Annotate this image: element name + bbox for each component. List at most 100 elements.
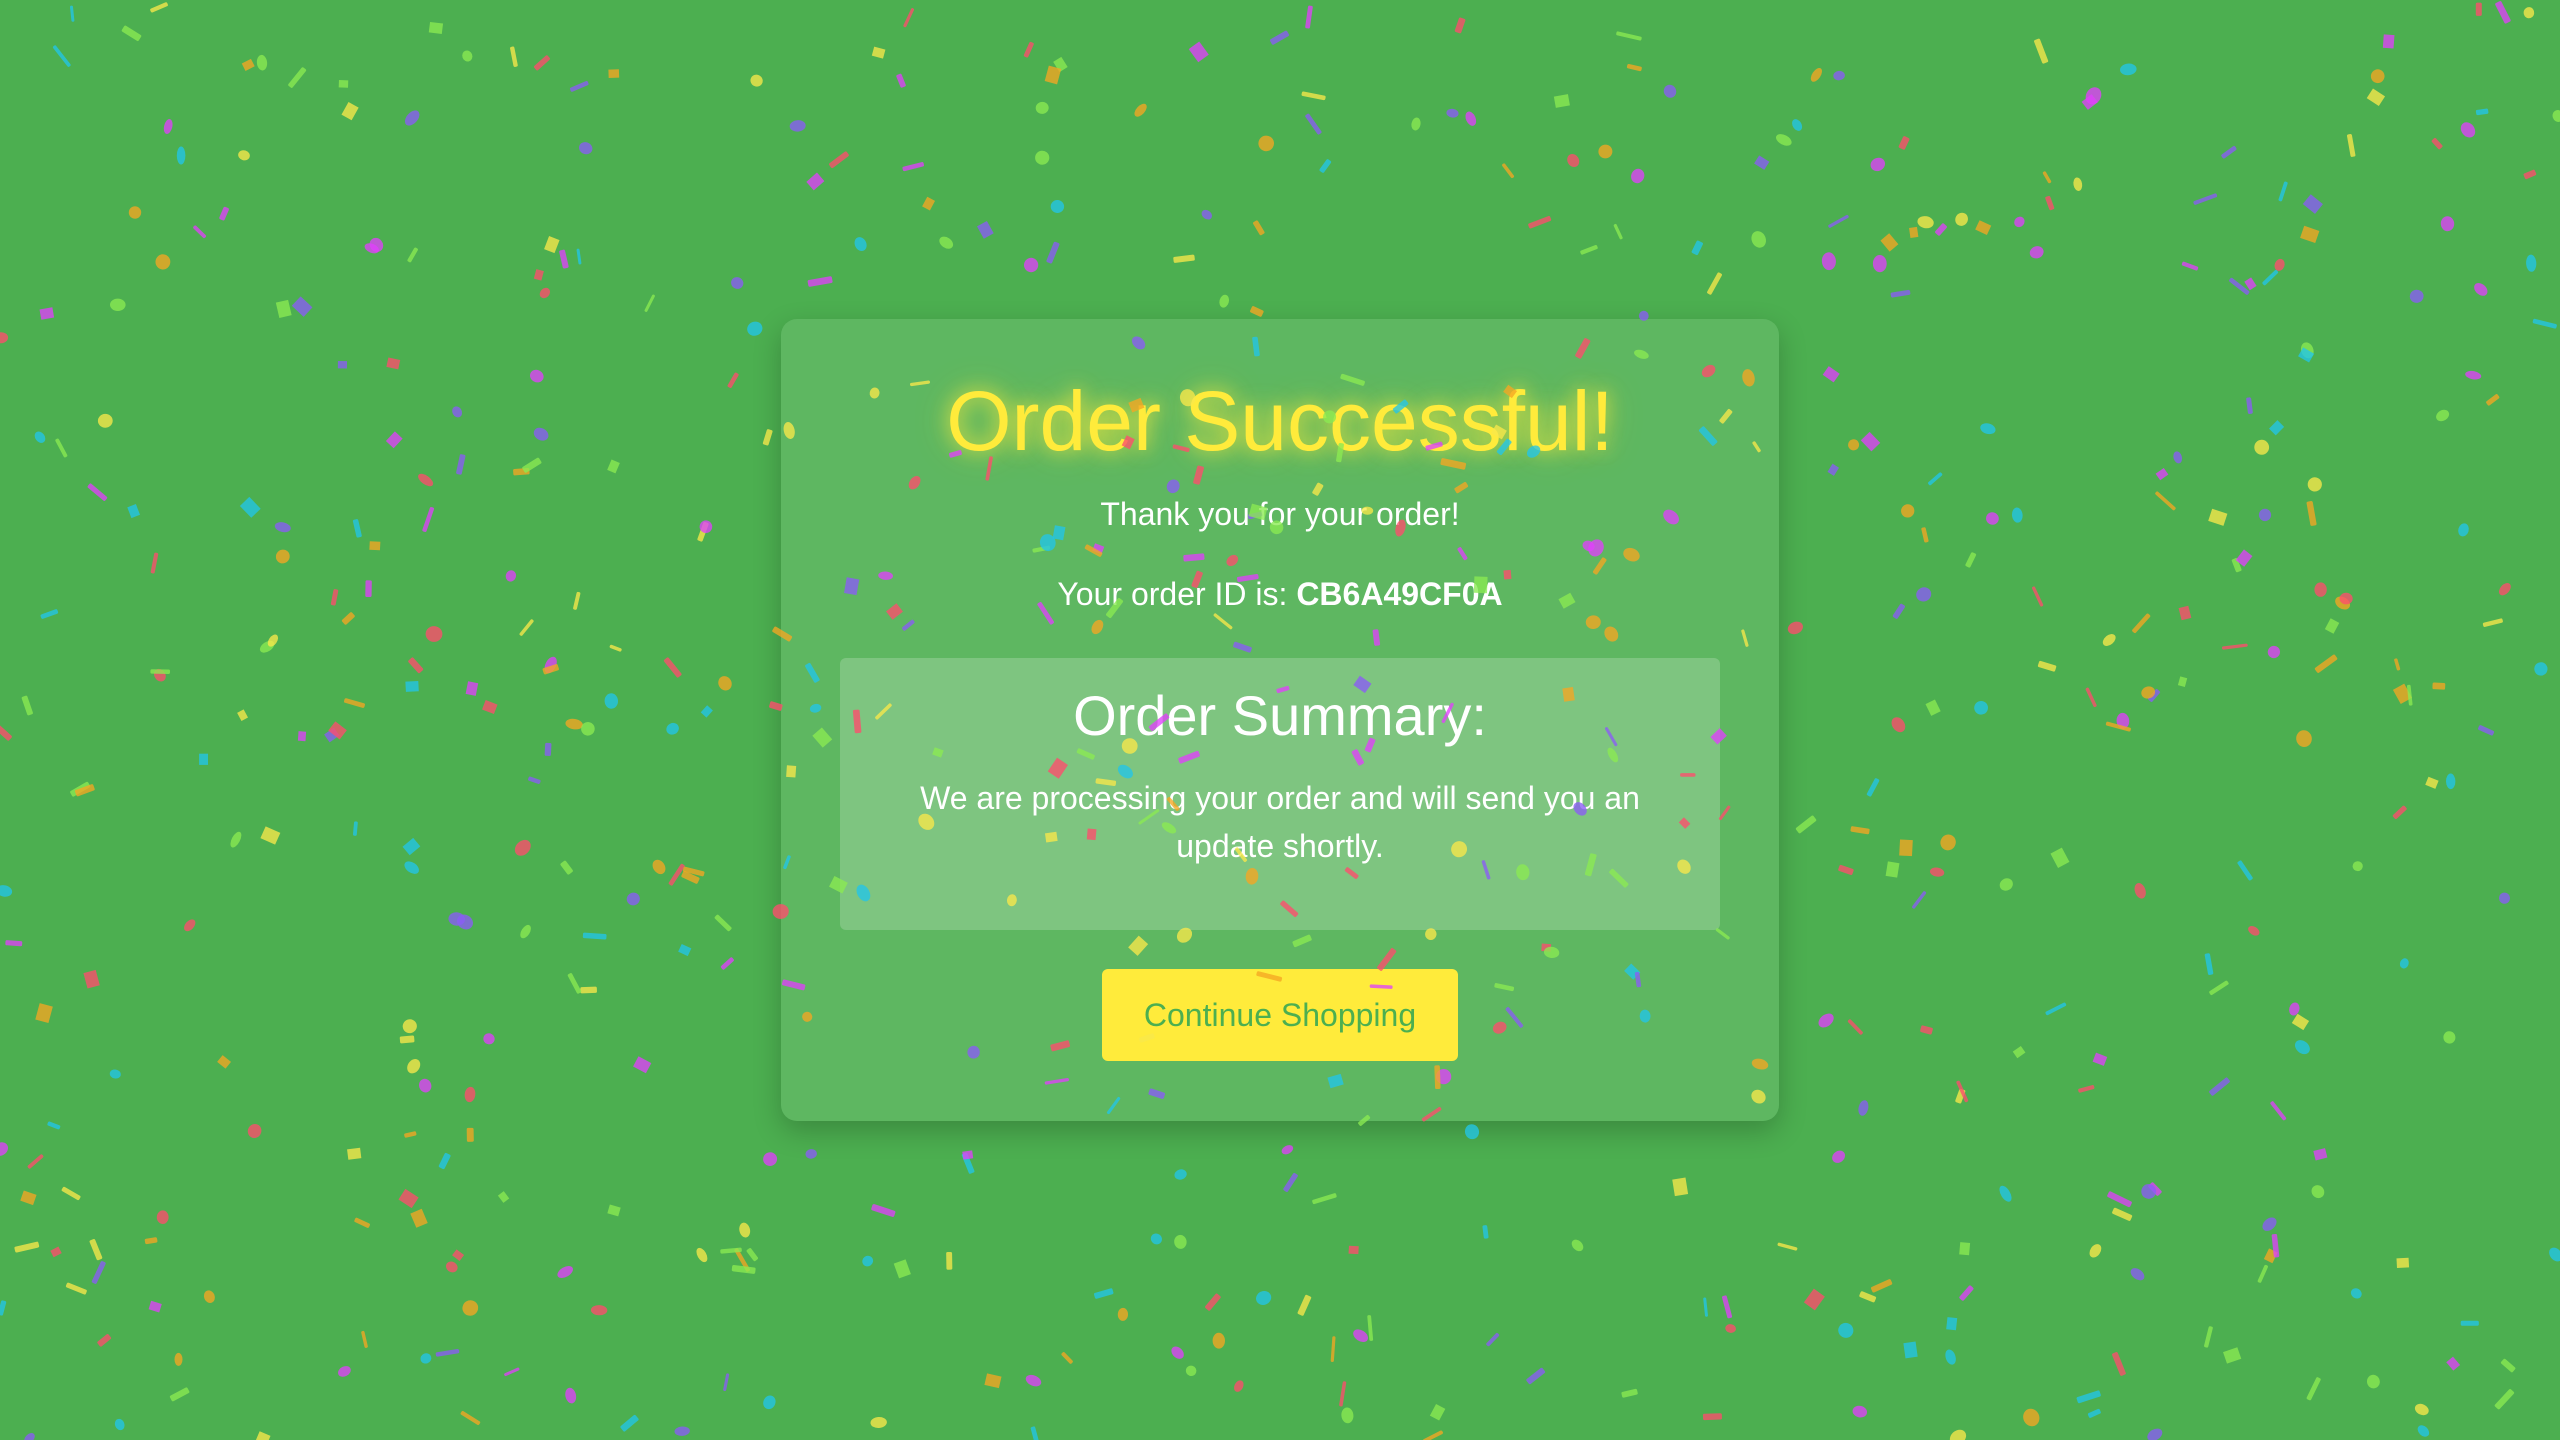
confetti-piece — [1945, 1349, 1956, 1365]
confetti-piece — [1234, 1380, 1244, 1392]
confetti-piece — [61, 1186, 81, 1201]
confetti-piece — [1411, 117, 1421, 131]
confetti-piece — [39, 307, 55, 320]
confetti-piece — [174, 1352, 183, 1366]
confetti-piece — [946, 1251, 953, 1270]
confetti-piece — [682, 866, 705, 877]
confetti-piece — [1094, 1288, 1114, 1299]
confetti-piece — [2073, 177, 2083, 191]
confetti-piece — [2087, 1408, 2101, 1418]
confetti-piece — [1134, 103, 1147, 117]
confetti-piece — [1850, 826, 1870, 835]
confetti-piece — [1892, 603, 1906, 619]
confetti-piece — [578, 142, 593, 155]
confetti-piece — [1821, 252, 1836, 271]
confetti-piece — [1174, 1234, 1187, 1249]
continue-shopping-button[interactable]: Continue Shopping — [1102, 969, 1458, 1061]
confetti-piece — [2045, 195, 2055, 211]
confetti-piece — [2324, 618, 2340, 634]
confetti-piece — [2221, 643, 2248, 650]
confetti-piece — [581, 721, 595, 736]
confetti-piece — [2178, 605, 2192, 621]
confetti-piece — [2306, 1377, 2321, 1401]
order-summary-panel: Order Summary: We are processing your or… — [840, 658, 1720, 930]
confetti-piece — [1999, 1185, 2012, 1202]
confetti-piece — [203, 1290, 215, 1303]
confetti-piece — [1870, 157, 1886, 172]
confetti-piece — [2173, 451, 2183, 464]
confetti-piece — [386, 357, 401, 370]
confetti-piece — [1030, 1426, 1041, 1440]
confetti-piece — [128, 206, 142, 219]
confetti-piece — [1553, 94, 1570, 108]
confetti-piece — [0, 1142, 9, 1156]
confetti-piece — [407, 1059, 421, 1074]
confetti-piece — [2235, 549, 2253, 567]
confetti-piece — [1305, 5, 1313, 29]
confetti-piece — [1703, 1297, 1708, 1317]
confetti-piece — [2394, 658, 2401, 671]
confetti-piece — [109, 1069, 121, 1079]
confetti-piece — [576, 248, 582, 265]
confetti-piece — [668, 863, 685, 886]
confetti-piece — [2085, 687, 2097, 708]
confetti-piece — [1046, 241, 1060, 264]
confetti-piece — [896, 73, 906, 88]
confetti-piece — [2148, 689, 2161, 702]
confetti-piece — [2482, 618, 2503, 627]
confetti-piece — [2306, 500, 2317, 526]
confetti-piece — [1986, 512, 1999, 525]
confetti-piece — [1838, 1322, 1854, 1338]
confetti-piece — [239, 496, 261, 518]
confetti-piece — [24, 1433, 35, 1440]
confetti-piece — [110, 298, 126, 312]
confetti-piece — [2045, 1002, 2067, 1016]
confetti-piece — [2465, 370, 2482, 380]
confetti-piece — [2270, 1101, 2287, 1121]
confetti-piece — [0, 723, 12, 741]
confetti-piece — [2526, 254, 2537, 272]
confetti-piece — [2460, 122, 2476, 138]
confetti-piece — [1949, 1429, 1967, 1440]
confetti-piece — [514, 839, 531, 856]
confetti-piece — [720, 957, 734, 970]
confetti-piece — [2254, 439, 2270, 455]
confetti-piece — [1921, 527, 1929, 543]
confetti-piece — [1891, 717, 1906, 733]
confetti-piece — [1319, 159, 1332, 173]
confetti-piece — [961, 1152, 975, 1174]
confetti-piece — [256, 54, 268, 71]
page-title: Order Successful! — [946, 374, 1614, 468]
confetti-piece — [2032, 586, 2044, 607]
confetti-piece — [154, 668, 166, 682]
confetti-piece — [1171, 1346, 1184, 1359]
confetti-piece — [2425, 776, 2439, 789]
confetti-piece — [1838, 864, 1854, 875]
confetti-piece — [1847, 1019, 1863, 1035]
confetti-piece — [52, 45, 71, 67]
confetti-piece — [1859, 1291, 1877, 1303]
confetti-piece — [1348, 1245, 1359, 1255]
confetti-piece — [1917, 216, 1934, 229]
confetti-piece — [747, 321, 763, 336]
confetti-piece — [2263, 1248, 2278, 1264]
confetti-piece — [2300, 225, 2320, 244]
confetti-piece — [1890, 289, 1911, 298]
confetti-piece — [1567, 153, 1580, 168]
confetti-piece — [633, 1056, 652, 1074]
confetti-piece — [2436, 409, 2450, 422]
confetti-piece — [544, 742, 552, 756]
confetti-piece — [666, 722, 679, 735]
confetti-piece — [1828, 214, 1849, 228]
confetti-piece — [533, 427, 549, 441]
confetti-piece — [2498, 583, 2511, 596]
confetti-piece — [1818, 1013, 1834, 1028]
confetti-piece — [2366, 1374, 2380, 1389]
confetti-piece — [533, 55, 550, 71]
confetti-piece — [1580, 245, 1598, 255]
confetti-piece — [464, 1086, 476, 1103]
confetti-piece — [2346, 133, 2356, 157]
confetti-piece — [1980, 423, 1996, 435]
confetti-piece — [1858, 1100, 1869, 1116]
confetti-piece — [2392, 805, 2407, 820]
